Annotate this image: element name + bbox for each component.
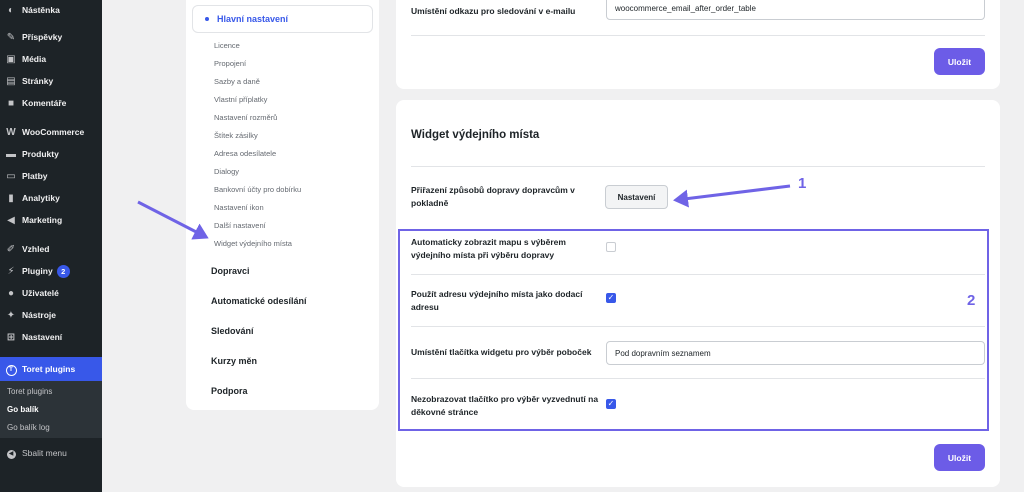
megaphone-icon: ◀	[7, 214, 15, 226]
submenu-toret-plugins[interactable]: Toret plugins	[7, 387, 52, 396]
menu-label: Stránky	[22, 76, 54, 86]
menu-label: Platby	[22, 171, 48, 181]
menu-label: Vzhled	[22, 244, 50, 254]
nav-sub-rozmery[interactable]: Nastavení rozměrů	[214, 113, 277, 122]
menu-item-stranky[interactable]: ▤ Stránky	[0, 71, 102, 91]
user-icon: ●	[7, 287, 15, 299]
menu-label: WooCommerce	[22, 127, 85, 137]
woo-icon: W	[6, 126, 16, 138]
nav-sub-dalsi[interactable]: Další nastavení	[214, 221, 266, 230]
nav-active-label: Hlavní nastavení	[217, 14, 289, 24]
carrier-settings-button[interactable]: Nastavení	[605, 185, 668, 209]
nav-sub-dialogy[interactable]: Dialogy	[214, 167, 239, 176]
annotation-number-2: 2	[967, 292, 976, 309]
submenu-go-balik[interactable]: Go balík	[7, 405, 39, 414]
nav-sub-widget[interactable]: Widget výdejního místa	[214, 239, 292, 248]
menu-label: Příspěvky	[22, 32, 63, 42]
nav-sub-adresa[interactable]: Adresa odesílatele	[214, 149, 276, 158]
menu-item-uzivatele[interactable]: ● Uživatelé	[0, 283, 102, 303]
menu-label: Uživatelé	[22, 288, 59, 298]
admin-sidebar: ◐ Nástěnka ✎ Příspěvky ▣ Média ▤ Stránky ■ Ko…	[0, 0, 102, 492]
page-icon: ▤	[6, 75, 16, 87]
menu-label: Sbalit menu	[22, 448, 67, 458]
divider	[411, 166, 985, 167]
menu-label: Nástěnka	[22, 5, 60, 15]
archive-icon: ▬	[6, 148, 16, 160]
menu-item-toret-plugins[interactable]: T Toret plugins	[0, 357, 102, 381]
nav-sub-ikony[interactable]: Nastavení ikon	[214, 203, 264, 212]
nav-sub-stitek[interactable]: Štítek zásilky	[214, 131, 258, 140]
menu-label: Analytiky	[22, 193, 60, 203]
collapse-icon: ◀	[0, 447, 22, 459]
nav-sledovani[interactable]: Sledování	[211, 326, 254, 336]
highlight-box	[398, 229, 989, 431]
menu-label: Pluginy	[22, 266, 53, 276]
menu-label: Produkty	[22, 149, 59, 159]
menu-item-komentare[interactable]: ■ Komentáře	[0, 93, 102, 113]
media-icon: ▣	[6, 53, 16, 65]
toret-submenu: Toret plugins Go balík Go balík log	[0, 381, 102, 438]
plug-icon: ⚡	[7, 265, 15, 277]
menu-item-prispevky[interactable]: ✎ Příspěvky	[0, 27, 102, 47]
menu-item-nastaveni[interactable]: ⊞ Nastavení	[0, 327, 102, 347]
menu-label: Média	[22, 54, 47, 64]
menu-item-media[interactable]: ▣ Média	[0, 49, 102, 69]
active-dot-icon	[205, 17, 209, 21]
menu-item-analytiky[interactable]: ▮ Analytiky	[0, 188, 102, 208]
bar-chart-icon: ▮	[8, 192, 14, 204]
nav-hlavni-nastaveni[interactable]: Hlavní nastavení	[192, 5, 373, 33]
menu-item-pluginy[interactable]: ⚡ Pluginy 2	[0, 261, 102, 281]
nav-automaticke-odesilani[interactable]: Automatické odesílání	[211, 296, 307, 306]
divider	[411, 35, 985, 36]
tracking-link-input[interactable]: woocommerce_email_after_order_table	[606, 0, 985, 20]
nav-podpora[interactable]: Podpora	[211, 386, 248, 396]
wrench-icon: ✦	[6, 309, 16, 321]
comment-icon: ■	[7, 97, 15, 109]
card-icon: ▭	[6, 170, 16, 182]
update-count-badge: 2	[56, 264, 70, 278]
menu-label: Marketing	[22, 215, 63, 225]
menu-label: Komentáře	[22, 98, 67, 108]
nav-sub-propojeni[interactable]: Propojení	[214, 59, 246, 68]
nav-dopravci[interactable]: Dopravci	[211, 266, 250, 276]
tracking-link-value: woocommerce_email_after_order_table	[615, 3, 756, 13]
menu-item-vzhled[interactable]: ✐ Vzhled	[0, 239, 102, 259]
brush-icon: ✐	[6, 243, 16, 255]
nav-sub-bankovni-ucty[interactable]: Bankovní účty pro dobírku	[214, 185, 301, 194]
save-button[interactable]: Uložit	[934, 444, 985, 471]
pin-icon: ✎	[6, 31, 16, 43]
assign-carriers-label: Přiřazení způsobů dopravy dopravcům v po…	[411, 185, 575, 208]
menu-item-marketing[interactable]: ◀ Marketing	[0, 210, 102, 230]
annotation-number-1: 1	[798, 175, 807, 192]
nav-sub-priplatky[interactable]: Vlastní příplatky	[214, 95, 267, 104]
menu-item-platby[interactable]: ▭ Platby	[0, 166, 102, 186]
menu-item-nastroje[interactable]: ✦ Nástroje	[0, 305, 102, 325]
menu-item-nastenka[interactable]: ◐ Nástěnka	[0, 0, 102, 20]
menu-label: Nastavení	[22, 332, 63, 342]
menu-label: Nástroje	[22, 310, 57, 320]
menu-item-produkty[interactable]: ▬ Produkty	[0, 144, 102, 164]
nav-sub-sazby[interactable]: Sazby a daně	[214, 77, 260, 86]
nav-sub-licence[interactable]: Licence	[214, 41, 240, 50]
tracking-link-label: Umístění odkazu pro sledování v e-mailu	[411, 6, 576, 16]
section-title: Widget výdejního místa	[411, 129, 540, 141]
settings-navigation: Hlavní nastavení Licence Propojení Sazby…	[186, 0, 379, 410]
nav-kurzy-men[interactable]: Kurzy měn	[211, 356, 257, 366]
dashboard-icon: ◐	[7, 4, 15, 16]
collapse-menu-button[interactable]: ◀ Sbalit menu	[0, 443, 102, 463]
tracking-settings-card: Umístění odkazu pro sledování v e-mailu …	[396, 0, 1000, 89]
settings-icon: ⊞	[6, 331, 16, 343]
submenu-go-balik-log[interactable]: Go balík log	[7, 423, 50, 432]
menu-item-woocommerce[interactable]: W WooCommerce	[0, 122, 102, 142]
save-button[interactable]: Uložit	[934, 48, 985, 75]
toret-icon: T	[0, 363, 22, 376]
menu-label: Toret plugins	[22, 364, 76, 374]
